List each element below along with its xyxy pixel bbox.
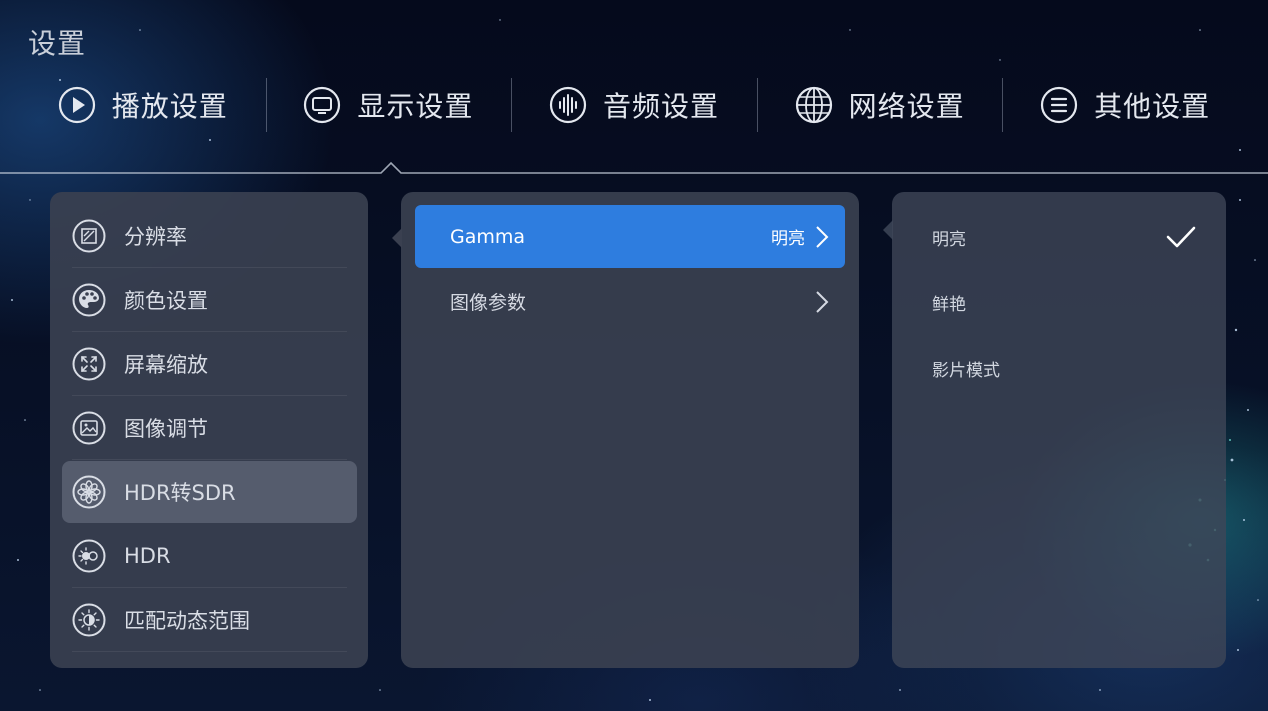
- menu-item-label: HDR转SDR: [124, 481, 236, 505]
- option-label: 明亮: [932, 229, 966, 250]
- settings-tab-bar: 播放设置 显示设置 音频设置 网络设置 其他设置: [20, 78, 1248, 132]
- display-menu-panel: 分辨率 颜色设置 屏幕缩放 图像调节 HDR转SDR HDR 匹配动态范围: [50, 192, 368, 668]
- menu-item-image-adjust[interactable]: 图像调节: [62, 397, 357, 460]
- submenu-row-image-params[interactable]: 图像参数: [415, 270, 845, 333]
- tab-playback-settings[interactable]: 播放设置: [20, 78, 266, 132]
- tab-display-settings[interactable]: 显示设置: [265, 78, 512, 132]
- divider: [72, 331, 347, 332]
- tab-other-settings[interactable]: 其他设置: [1002, 78, 1248, 132]
- page-title: 设置: [28, 27, 87, 60]
- submenu-row-label: Gamma: [450, 225, 526, 248]
- tab-label: 音频设置: [602, 90, 719, 123]
- tab-label: 显示设置: [357, 90, 474, 123]
- hdr-to-sdr-submenu-panel: Gamma 明亮 图像参数: [392, 192, 859, 668]
- tab-label: 其他设置: [1094, 90, 1211, 123]
- image-adjust-icon: [72, 411, 106, 445]
- menu-item-resolution[interactable]: 分辨率: [62, 205, 357, 268]
- play-circle-icon: [58, 86, 95, 124]
- submenu-row-value: 明亮: [771, 229, 805, 249]
- option-label: 鲜艳: [932, 294, 966, 315]
- menu-circle-icon: [1041, 86, 1078, 124]
- tab-label: 网络设置: [848, 90, 965, 123]
- divider: [72, 651, 347, 652]
- divider: [72, 587, 347, 588]
- panel-pointer: [883, 220, 893, 240]
- divider: [72, 395, 347, 396]
- menu-item-hdr-to-sdr[interactable]: HDR转SDR: [62, 461, 357, 523]
- option-bright[interactable]: 明亮: [932, 207, 1212, 267]
- globe-icon: [795, 86, 832, 124]
- submenu-row-gamma[interactable]: Gamma 明亮: [415, 205, 845, 268]
- resolution-icon: [72, 219, 106, 253]
- gamma-options-panel: 明亮 鲜艳 影片模式: [883, 192, 1226, 668]
- menu-item-hdr[interactable]: HDR: [62, 525, 357, 588]
- hdr-to-sdr-icon: [72, 475, 106, 509]
- chevron-right-icon: [816, 225, 829, 248]
- panel-pointer: [392, 228, 402, 248]
- menu-item-label: 屏幕缩放: [124, 353, 208, 377]
- screen-zoom-icon: [72, 347, 106, 381]
- palette-icon: [72, 283, 106, 317]
- submenu-row-label: 图像参数: [450, 292, 527, 314]
- divider: [72, 459, 347, 460]
- tab-audio-settings[interactable]: 音频设置: [511, 78, 757, 132]
- option-vivid[interactable]: 鲜艳: [932, 272, 1212, 332]
- chevron-right-icon: [816, 290, 829, 313]
- menu-item-label: 图像调节: [124, 417, 208, 441]
- menu-item-label: 颜色设置: [124, 289, 208, 313]
- option-label: 影片模式: [932, 360, 1000, 381]
- menu-item-screen-zoom[interactable]: 屏幕缩放: [62, 333, 357, 396]
- menu-item-dynamic-range[interactable]: 匹配动态范围: [62, 589, 357, 652]
- audio-wave-icon: [549, 86, 587, 124]
- menu-item-label: 分辨率: [124, 225, 187, 249]
- option-movie-mode[interactable]: 影片模式: [932, 338, 1212, 398]
- dynamic-range-icon: [72, 603, 106, 637]
- divider: [72, 267, 347, 268]
- tab-network-settings[interactable]: 网络设置: [756, 78, 1003, 132]
- tab-label: 播放设置: [111, 90, 228, 123]
- menu-item-color-settings[interactable]: 颜色设置: [62, 269, 357, 332]
- monitor-icon: [304, 86, 341, 124]
- hdr-icon: [72, 539, 106, 573]
- checkmark-icon: [1166, 226, 1196, 248]
- menu-item-label: 匹配动态范围: [124, 609, 250, 633]
- menu-item-label: HDR: [124, 544, 171, 568]
- tab-indicator-line: [0, 161, 1268, 174]
